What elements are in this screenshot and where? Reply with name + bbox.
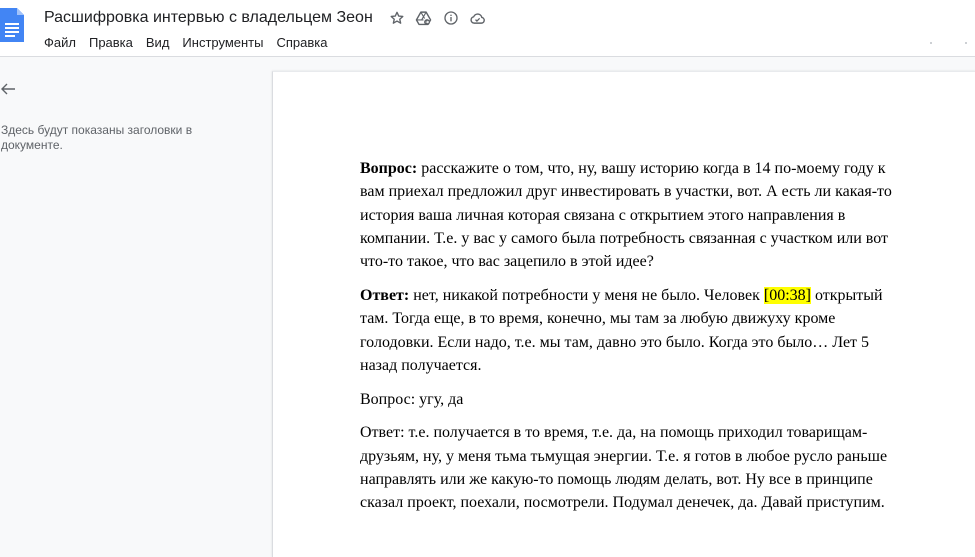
timestamp-highlight: [00:38] [763,286,811,304]
title-row: Расшифровка интервью с владельцем Зеон [44,6,495,30]
question-text: расскажите о том, что, ну, вашу историю … [360,160,892,271]
menu-bar: Файл Правка Вид Инструменты Справка [44,33,340,51]
menu-help[interactable]: Справка [276,35,327,50]
paragraph-question-1[interactable]: Вопрос: расскажите о том, что, ну, вашу … [360,157,905,273]
menu-file[interactable]: Файл [44,35,76,50]
google-docs-logo-icon[interactable] [0,8,24,42]
star-icon[interactable] [387,8,407,28]
question-label: Вопрос: [360,160,418,177]
paragraph-answer-1[interactable]: Ответ: нет, никакой потребности у меня н… [360,284,905,377]
document-page[interactable]: Вопрос: расскажите о том, что, ну, вашу … [272,71,975,557]
outline-empty-hint: Здесь будут показаны заголовки в докумен… [1,123,193,152]
paragraph-question-2[interactable]: Вопрос: угу, да [360,388,905,411]
answer-text-before: нет, никакой потребности у меня не было.… [409,286,764,304]
paragraph-answer-2[interactable]: Ответ: т.е. получается в то время, т.е. … [360,421,905,514]
arrow-left-icon[interactable] [0,81,16,97]
menu-tools[interactable]: Инструменты [182,35,263,50]
document-body[interactable]: Вопрос: расскажите о том, что, ну, вашу … [360,157,905,525]
app-header: Расшифровка интервью с владельцем Зеон Ф… [0,0,975,57]
toolbar-dot [930,42,932,44]
document-outline-panel: Здесь будут показаны заголовки в докумен… [0,57,270,556]
menu-edit[interactable]: Правка [89,35,133,50]
cloud-saved-icon[interactable] [468,8,488,28]
toolbar-dot [965,42,967,44]
move-to-drive-icon[interactable] [414,8,434,28]
document-title[interactable]: Расшифровка интервью с владельцем Зеон [44,9,373,27]
answer-label: Ответ: [360,286,410,304]
info-icon[interactable] [441,8,461,28]
menu-view[interactable]: Вид [146,35,170,50]
